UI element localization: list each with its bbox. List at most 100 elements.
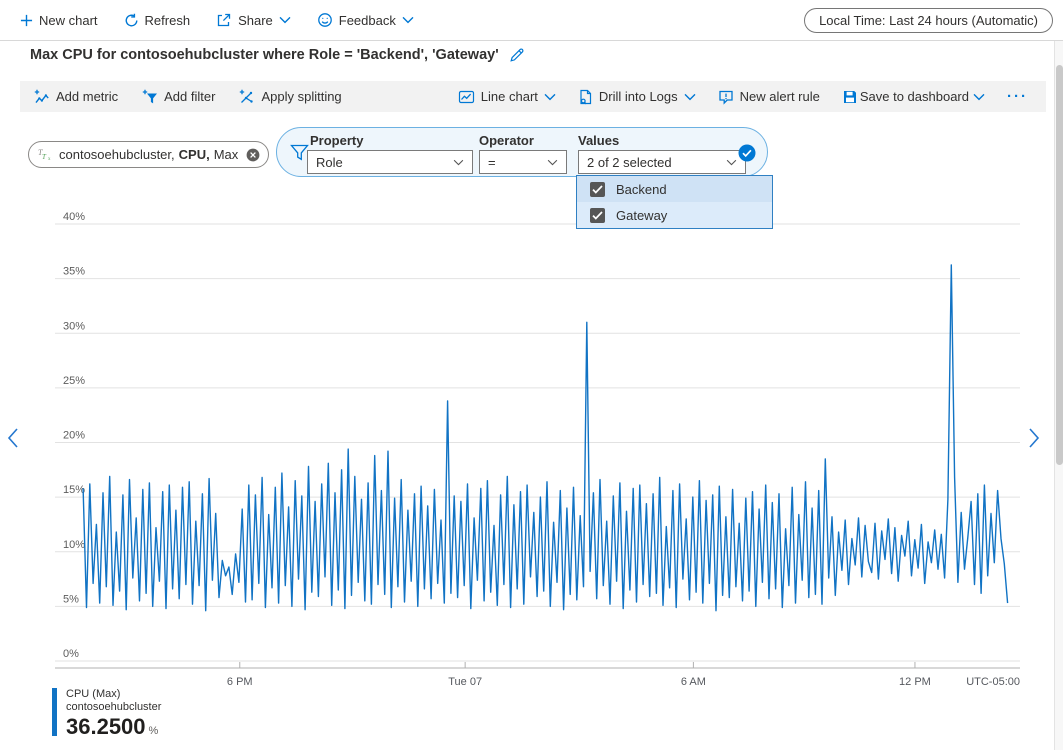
filter-panel: Property Operator Values Role = 2 of 2 s… (276, 127, 768, 177)
save-icon (842, 89, 858, 105)
metric-pill[interactable]: TTx contosoehubcluster, CPU, Max (28, 141, 269, 168)
apply-filter-button[interactable] (738, 144, 756, 162)
svg-text:10%: 10% (63, 539, 85, 551)
svg-text:0%: 0% (63, 648, 79, 660)
chart-title-row: Max CPU for contosoehubcluster where Rol… (30, 47, 525, 63)
legend-texts: CPU (Max) contosoehubcluster 36.2500% (66, 688, 161, 740)
chevron-left-icon (6, 427, 19, 449)
chart-title: Max CPU for contosoehubcluster where Rol… (30, 47, 499, 63)
property-select-value: Role (316, 155, 343, 170)
chart-toolbar: Add metric Add filter Apply splitting Li… (20, 81, 1046, 112)
add-filter-icon (142, 89, 158, 105)
time-range-button[interactable]: Local Time: Last 24 hours (Automatic) (804, 8, 1053, 33)
values-select-value: 2 of 2 selected (587, 155, 672, 170)
line-chart-icon (458, 89, 475, 105)
chevron-down-icon (547, 159, 558, 166)
chevron-down-icon (726, 159, 737, 166)
operator-select[interactable]: = (479, 150, 567, 174)
chart-legend-item[interactable]: CPU (Max) contosoehubcluster 36.2500% (52, 688, 161, 740)
values-option-backend[interactable]: Backend (577, 176, 772, 202)
apply-splitting-icon (239, 89, 255, 105)
property-select[interactable]: Role (307, 150, 473, 174)
new-chart-label: New chart (39, 13, 98, 28)
chevron-down-icon (279, 16, 291, 24)
chart-page-previous-button[interactable] (6, 427, 19, 449)
svg-text:30%: 30% (63, 320, 85, 332)
metric-signature-icon: TTx (38, 147, 55, 162)
chart-type-label: Line chart (481, 89, 538, 104)
values-select[interactable]: 2 of 2 selected (578, 150, 746, 174)
legend-metric-name: CPU (Max) (66, 688, 161, 700)
checkbox-checked-icon[interactable] (590, 182, 605, 197)
refresh-button[interactable]: Refresh (124, 13, 191, 28)
legend-resource-name: contosoehubcluster (66, 701, 161, 713)
save-to-dashboard-button[interactable]: Save to dashboard (842, 89, 985, 105)
option-label: Gateway (616, 208, 667, 223)
chevron-right-icon (1028, 427, 1041, 449)
property-label: Property (310, 133, 363, 148)
top-toolbar-left-group: New chart Refresh Share Feedback (20, 12, 414, 28)
refresh-icon (124, 13, 139, 28)
chart-type-button[interactable]: Line chart (458, 89, 556, 105)
legend-unit: % (149, 725, 159, 737)
values-option-gateway[interactable]: Gateway (577, 202, 772, 228)
remove-metric-button[interactable] (246, 148, 260, 162)
plus-icon (20, 14, 33, 27)
share-button[interactable]: Share (216, 12, 291, 28)
edit-title-button[interactable] (509, 47, 525, 63)
top-toolbar: New chart Refresh Share Feedback Local T… (0, 0, 1063, 40)
smiley-icon (317, 12, 333, 28)
share-label: Share (238, 13, 273, 28)
legend-value-row: 36.2500% (66, 714, 161, 740)
close-icon (246, 148, 260, 162)
chevron-down-icon (544, 93, 556, 101)
feedback-button[interactable]: Feedback (317, 12, 414, 28)
add-metric-icon (34, 89, 50, 105)
chevron-down-icon (453, 159, 464, 166)
new-chart-button[interactable]: New chart (20, 13, 98, 28)
more-commands-button[interactable]: ··· (1007, 88, 1028, 105)
drill-into-logs-button[interactable]: Drill into Logs (578, 89, 696, 105)
chart-toolbar-left-group: Add metric Add filter Apply splitting (34, 89, 342, 105)
metrics-line-chart[interactable]: 0%5%10%15%20%25%30%35%40%6 PMTue 076 AM1… (40, 210, 1030, 690)
alert-icon (718, 89, 734, 105)
metric-pill-resource: contosoehubcluster, (59, 147, 175, 162)
chevron-down-icon (684, 93, 696, 101)
add-filter-label: Add filter (164, 89, 215, 104)
refresh-label: Refresh (145, 13, 191, 28)
svg-text:5%: 5% (63, 593, 79, 605)
operator-label: Operator (479, 133, 534, 148)
operator-select-value: = (488, 155, 496, 170)
ellipsis-icon: ··· (1007, 88, 1028, 105)
svg-text:6 AM: 6 AM (681, 676, 706, 688)
new-alert-rule-label: New alert rule (740, 89, 820, 104)
save-to-dashboard-label: Save to dashboard (860, 89, 969, 104)
metric-pill-aggregation: Max (214, 147, 239, 162)
scrollbar-thumb[interactable] (1056, 65, 1063, 465)
svg-text:12 PM: 12 PM (899, 676, 931, 688)
chart-page-next-button[interactable] (1028, 427, 1041, 449)
svg-text:25%: 25% (63, 375, 85, 387)
vertical-scrollbar[interactable] (1054, 41, 1063, 750)
toolbar-divider (0, 40, 1063, 41)
chevron-down-icon (402, 16, 414, 24)
drill-into-logs-label: Drill into Logs (599, 89, 678, 104)
add-filter-button[interactable]: Add filter (142, 89, 215, 105)
svg-text:T: T (42, 153, 47, 161)
apply-splitting-label: Apply splitting (261, 89, 341, 104)
apply-splitting-button[interactable]: Apply splitting (239, 89, 341, 105)
check-circle-icon (738, 144, 756, 162)
svg-text:35%: 35% (63, 266, 85, 278)
add-metric-button[interactable]: Add metric (34, 89, 118, 105)
svg-text:20%: 20% (63, 430, 85, 442)
legend-color-bar (52, 688, 57, 736)
new-alert-rule-button[interactable]: New alert rule (718, 89, 820, 105)
values-label: Values (578, 133, 619, 148)
svg-text:6 PM: 6 PM (227, 676, 253, 688)
svg-text:Tue 07: Tue 07 (448, 676, 482, 688)
svg-text:15%: 15% (63, 484, 85, 496)
chart-toolbar-right-group: Line chart Drill into Logs New alert rul… (458, 88, 1028, 105)
share-icon (216, 12, 232, 28)
checkbox-checked-icon[interactable] (590, 208, 605, 223)
metric-pill-metric: CPU, (179, 147, 210, 162)
